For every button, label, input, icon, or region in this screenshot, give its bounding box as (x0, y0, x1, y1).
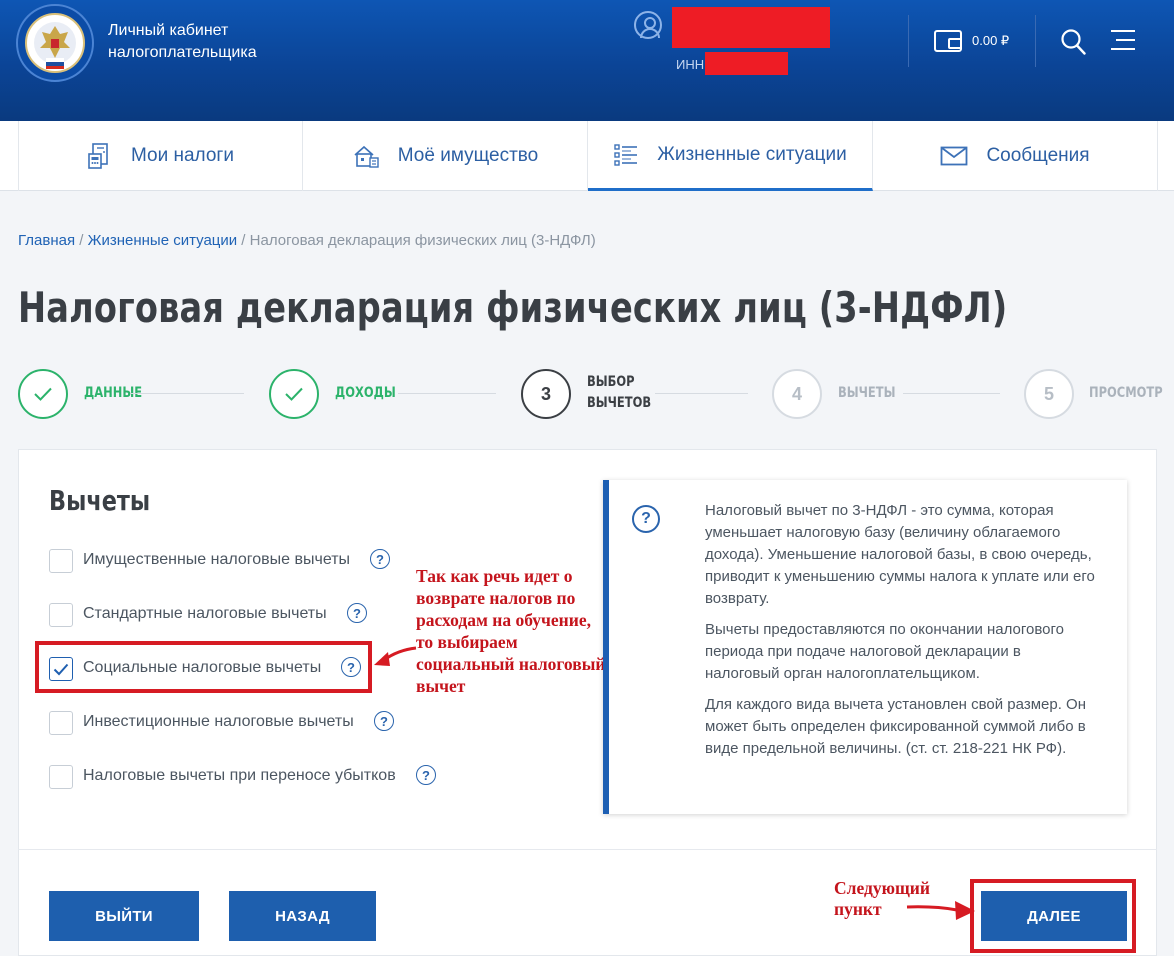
inn-label: ИНН (676, 57, 705, 72)
back-button[interactable]: НАЗАД (229, 891, 376, 941)
search-icon[interactable] (1060, 28, 1086, 56)
info-paragraph: Налоговый вычет по 3-НДФЛ - это сумма, к… (705, 502, 1095, 607)
step-5-circle[interactable]: 5 (1024, 369, 1074, 419)
step-1-circle[interactable] (18, 369, 68, 419)
annotation-note: Так как речь идет о возврате налогов по … (416, 566, 606, 696)
breadcrumb-current: Налоговая декларация физических лиц (3-Н… (249, 232, 596, 249)
step-label-line: ВЫБОР (587, 374, 635, 390)
hamburger-menu-icon[interactable] (1111, 30, 1135, 52)
checkbox-loss-carryforward-deductions[interactable] (49, 765, 73, 789)
step-number: 5 (1043, 383, 1054, 404)
step-connector (398, 393, 496, 394)
fns-emblem-logo[interactable] (16, 4, 94, 82)
step-3-circle[interactable]: 3 (521, 369, 571, 419)
help-icon[interactable]: ? (416, 765, 436, 785)
redacted-inn-value (705, 52, 788, 75)
page-title: Налоговая декларация физических лиц (3-Н… (18, 283, 1008, 332)
main-navigation: Мои налоги Моё имущество Жизненные ситуа… (0, 121, 1174, 191)
option-label[interactable]: Стандартные налоговые вычеты (83, 605, 327, 623)
header-divider (1035, 15, 1036, 67)
brand-line-1: Личный кабинет (108, 22, 229, 39)
checkbox-standard-deductions[interactable] (49, 603, 73, 627)
step-number: 4 (791, 383, 802, 404)
step-4-circle[interactable]: 4 (772, 369, 822, 419)
check-icon (34, 387, 52, 401)
annotation-arrow-icon (374, 646, 417, 666)
step-connector (131, 393, 244, 394)
step-3-label[interactable]: ВЫБОР ВЫЧЕТОВ (587, 372, 651, 414)
section-title: Вычеты (49, 484, 151, 517)
check-icon (285, 387, 303, 401)
breadcrumb-separator: / (75, 232, 88, 249)
info-paragraph: Для каждого вида вычета установлен свой … (705, 696, 1086, 757)
tab-messages[interactable]: Сообщения (873, 121, 1158, 191)
info-paragraph: Вычеты предоставляются по окончании нало… (705, 621, 1064, 682)
step-2-circle[interactable] (269, 369, 319, 419)
list-icon (614, 143, 638, 166)
breadcrumb-home-link[interactable]: Главная (18, 232, 75, 249)
tab-label: Сообщения (986, 145, 1090, 166)
document-calc-icon (88, 143, 108, 169)
exit-button[interactable]: ВЫЙТИ (49, 891, 199, 941)
property-icon (354, 145, 379, 168)
card-divider (18, 849, 1157, 850)
step-connector (655, 393, 748, 394)
brand-line-2: налогоплательщика (108, 44, 257, 61)
redacted-user-name (672, 7, 830, 48)
step-label-line: ВЫЧЕТОВ (587, 395, 652, 411)
step-4-label[interactable]: ВЫЧЕТЫ (838, 383, 895, 404)
breadcrumb-section-link[interactable]: Жизненные ситуации (88, 232, 238, 249)
step-number: 3 (540, 383, 551, 404)
breadcrumb: Главная / Жизненные ситуации / Налоговая… (18, 232, 596, 249)
step-5-label[interactable]: ПРОСМОТР (1089, 383, 1163, 404)
info-text: Налоговый вычет по 3-НДФЛ - это сумма, к… (705, 500, 1097, 769)
option-label[interactable]: Имущественные налоговые вычеты (83, 551, 350, 569)
header-divider (908, 15, 909, 67)
tab-label: Жизненные ситуации (657, 143, 847, 165)
option-label[interactable]: Инвестиционные налоговые вычеты (83, 713, 354, 731)
checkbox-property-deductions[interactable] (49, 549, 73, 573)
brand-title[interactable]: Личный кабинет налогоплательщика (108, 20, 257, 64)
checkbox-investment-deductions[interactable] (49, 711, 73, 735)
question-icon: ? (632, 505, 660, 533)
help-icon[interactable]: ? (347, 603, 367, 623)
envelope-icon (941, 146, 968, 166)
step-2-label[interactable]: ДОХОДЫ (335, 383, 396, 404)
annotation-highlight-box (35, 641, 372, 693)
tab-my-taxes[interactable]: Мои налоги (18, 121, 303, 191)
annotation-highlight-box (970, 879, 1136, 953)
tab-label: Мои налоги (131, 145, 234, 166)
option-label[interactable]: Налоговые вычеты при переносе убытков (83, 767, 396, 785)
tab-life-situations[interactable]: Жизненные ситуации (588, 121, 873, 191)
tab-my-property[interactable]: Моё имущество (303, 121, 588, 191)
tab-label: Моё имущество (397, 145, 539, 166)
site-header: Личный кабинет налогоплательщика ИНН 0.0… (0, 0, 1174, 121)
wallet-balance[interactable]: 0.00 ₽ (972, 33, 1009, 49)
user-profile-icon[interactable] (634, 11, 662, 39)
breadcrumb-separator: / (237, 232, 250, 249)
annotation-arrow-icon (906, 901, 975, 920)
help-icon[interactable]: ? (374, 711, 394, 731)
wallet-icon[interactable] (934, 30, 962, 52)
step-connector (903, 393, 1000, 394)
help-icon[interactable]: ? (370, 549, 390, 569)
